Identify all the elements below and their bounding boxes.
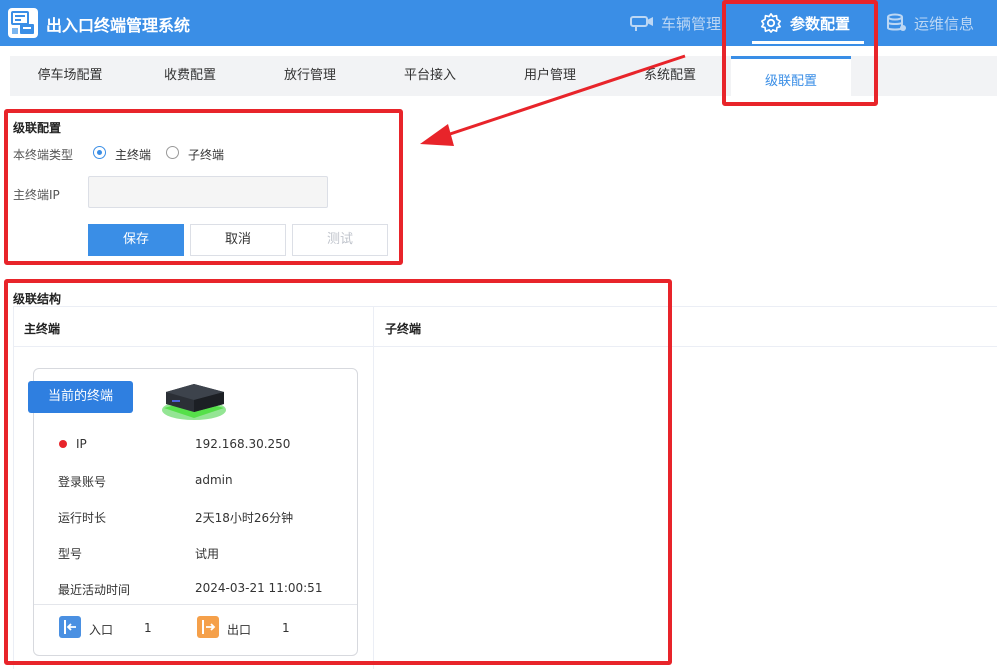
camera-icon [630, 16, 653, 31]
database-icon [887, 13, 906, 31]
nav-label: 运维信息 [914, 14, 975, 33]
annotation-box-nav [722, 0, 878, 106]
annotation-arrow-icon [420, 54, 686, 146]
app-logo-icon [8, 8, 38, 38]
annotation-box-config [4, 109, 403, 265]
subtab-release-management[interactable]: 放行管理 [250, 56, 370, 96]
nav-vehicle-management[interactable]: 车辆管理 [629, 0, 721, 46]
subtab-fee-config[interactable]: 收费配置 [130, 56, 250, 96]
app-title: 出入口终端管理系统 [46, 16, 191, 35]
nav-ops-info[interactable]: 运维信息 [886, 0, 974, 46]
annotation-box-structure [4, 279, 672, 665]
nav-label: 车辆管理 [661, 14, 722, 33]
subtab-parking-config[interactable]: 停车场配置 [10, 56, 130, 96]
